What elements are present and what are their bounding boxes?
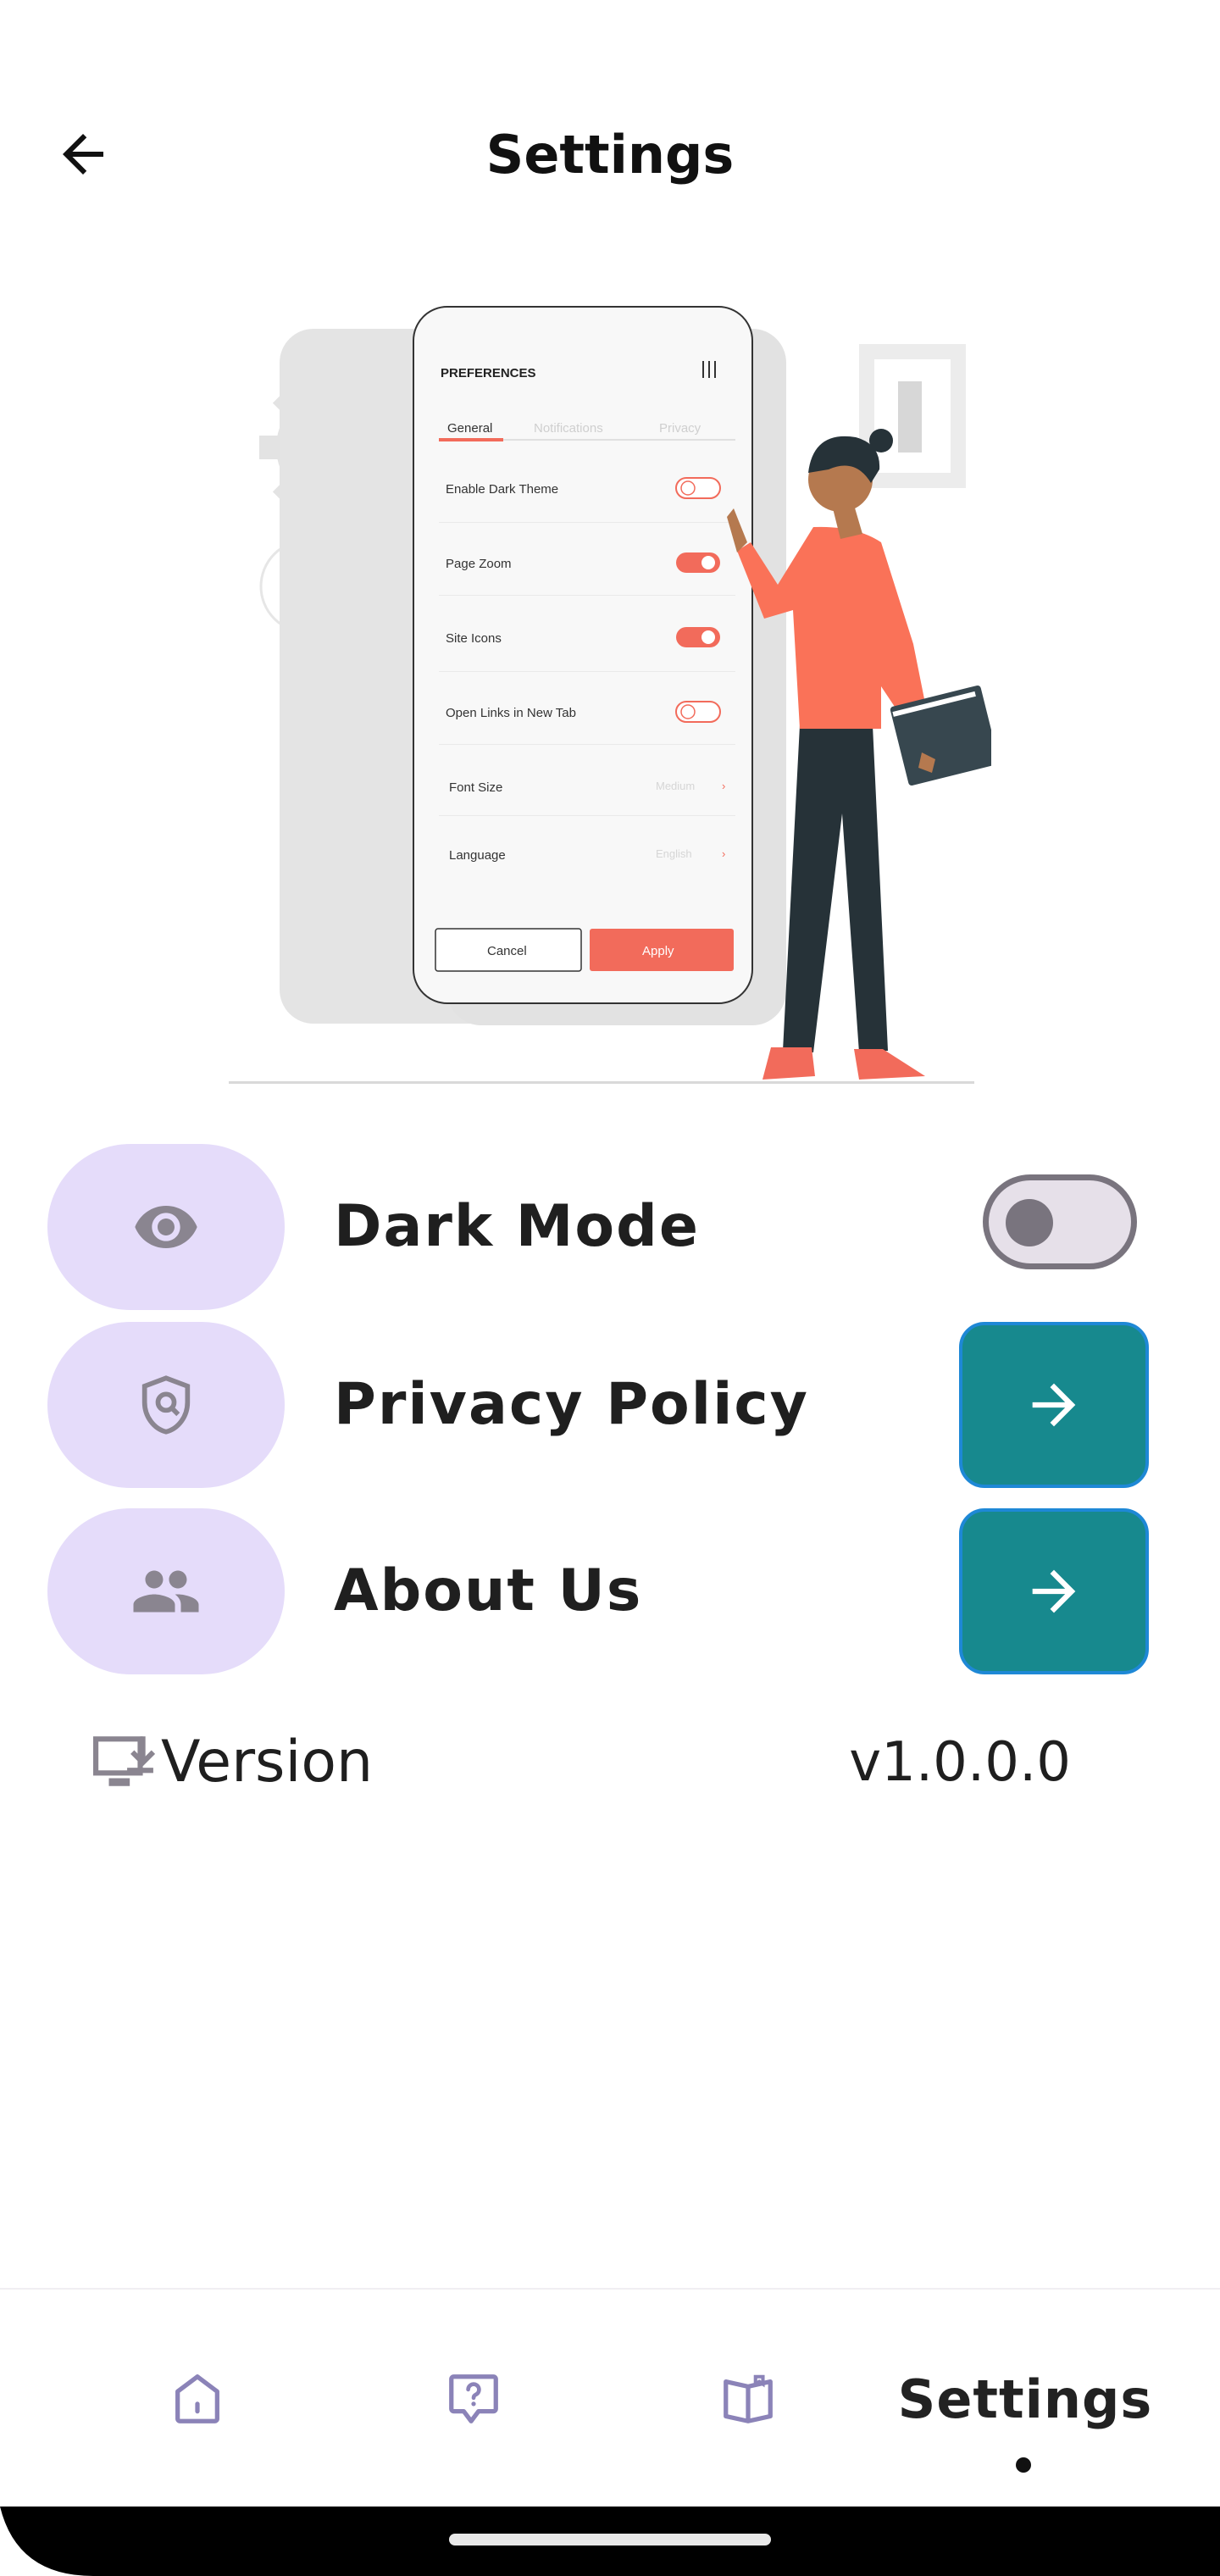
svg-text:›: › xyxy=(722,847,725,860)
shield-icon xyxy=(141,1375,191,1435)
people-icon xyxy=(133,1570,199,1613)
version-label: Version xyxy=(161,1729,374,1796)
language-label: Language xyxy=(449,848,506,863)
tab-notifications: Notifications xyxy=(534,421,603,436)
download-monitor-icon xyxy=(93,1736,156,1786)
option-label: Page Zoom xyxy=(446,557,512,571)
version-value: v1.0.0.0 xyxy=(849,1731,1071,1794)
about-us-label: About Us xyxy=(334,1557,643,1624)
nav-library[interactable] xyxy=(678,2290,818,2508)
toggle-off xyxy=(675,477,721,499)
nav-settings[interactable]: Settings xyxy=(881,2290,1169,2508)
font-size-value: Medium xyxy=(656,780,695,792)
privacy-policy-icon-tile xyxy=(47,1322,285,1488)
nav-settings-label: Settings xyxy=(897,2368,1153,2430)
privacy-policy-label: Privacy Policy xyxy=(334,1371,810,1438)
active-indicator-dot xyxy=(1016,2457,1031,2473)
dark-mode-label: Dark Mode xyxy=(334,1193,700,1260)
svg-text:›: › xyxy=(722,780,725,792)
language-value: English xyxy=(656,847,692,860)
eye-icon xyxy=(135,1206,197,1248)
tab-underline xyxy=(439,438,503,441)
ground-line xyxy=(229,1081,974,1084)
toggle-knob xyxy=(1006,1199,1053,1246)
option-label: Enable Dark Theme xyxy=(446,482,558,497)
tab-general: General xyxy=(447,421,492,436)
option-label: Open Links in New Tab xyxy=(446,706,576,720)
arrow-right-icon xyxy=(1032,1569,1076,1613)
panel-title: PREFERENCES xyxy=(441,366,536,380)
book-icon xyxy=(724,2374,773,2423)
apply-label: Apply xyxy=(642,944,674,958)
font-size-label: Font Size xyxy=(449,780,502,795)
tab-privacy: Privacy xyxy=(659,421,702,436)
settings-illustration: PREFERENCES General Notifications Privac… xyxy=(229,306,991,1084)
dark-mode-row: Dark Mode xyxy=(47,1144,1149,1310)
about-us-row: About Us xyxy=(47,1508,1149,1674)
cancel-label: Cancel xyxy=(487,944,527,958)
question-bubble-icon xyxy=(449,2374,498,2423)
home-indicator[interactable] xyxy=(449,2534,771,2545)
about-us-icon-tile xyxy=(47,1508,285,1674)
phone-frame xyxy=(413,306,753,1004)
bottom-navigation: Settings xyxy=(0,2288,1220,2507)
arrow-right-icon xyxy=(1032,1383,1076,1427)
nav-home[interactable] xyxy=(127,2290,268,2508)
dark-mode-toggle[interactable] xyxy=(983,1174,1137,1269)
privacy-policy-button[interactable] xyxy=(959,1322,1149,1488)
toggle-off xyxy=(675,701,721,723)
page-title: Settings xyxy=(485,124,735,186)
nav-help[interactable] xyxy=(403,2290,544,2508)
option-label: Site Icons xyxy=(446,631,502,646)
dark-mode-icon-tile xyxy=(47,1144,285,1310)
home-icon xyxy=(175,2374,219,2423)
privacy-policy-row: Privacy Policy xyxy=(47,1322,1149,1488)
about-us-button[interactable] xyxy=(959,1508,1149,1674)
